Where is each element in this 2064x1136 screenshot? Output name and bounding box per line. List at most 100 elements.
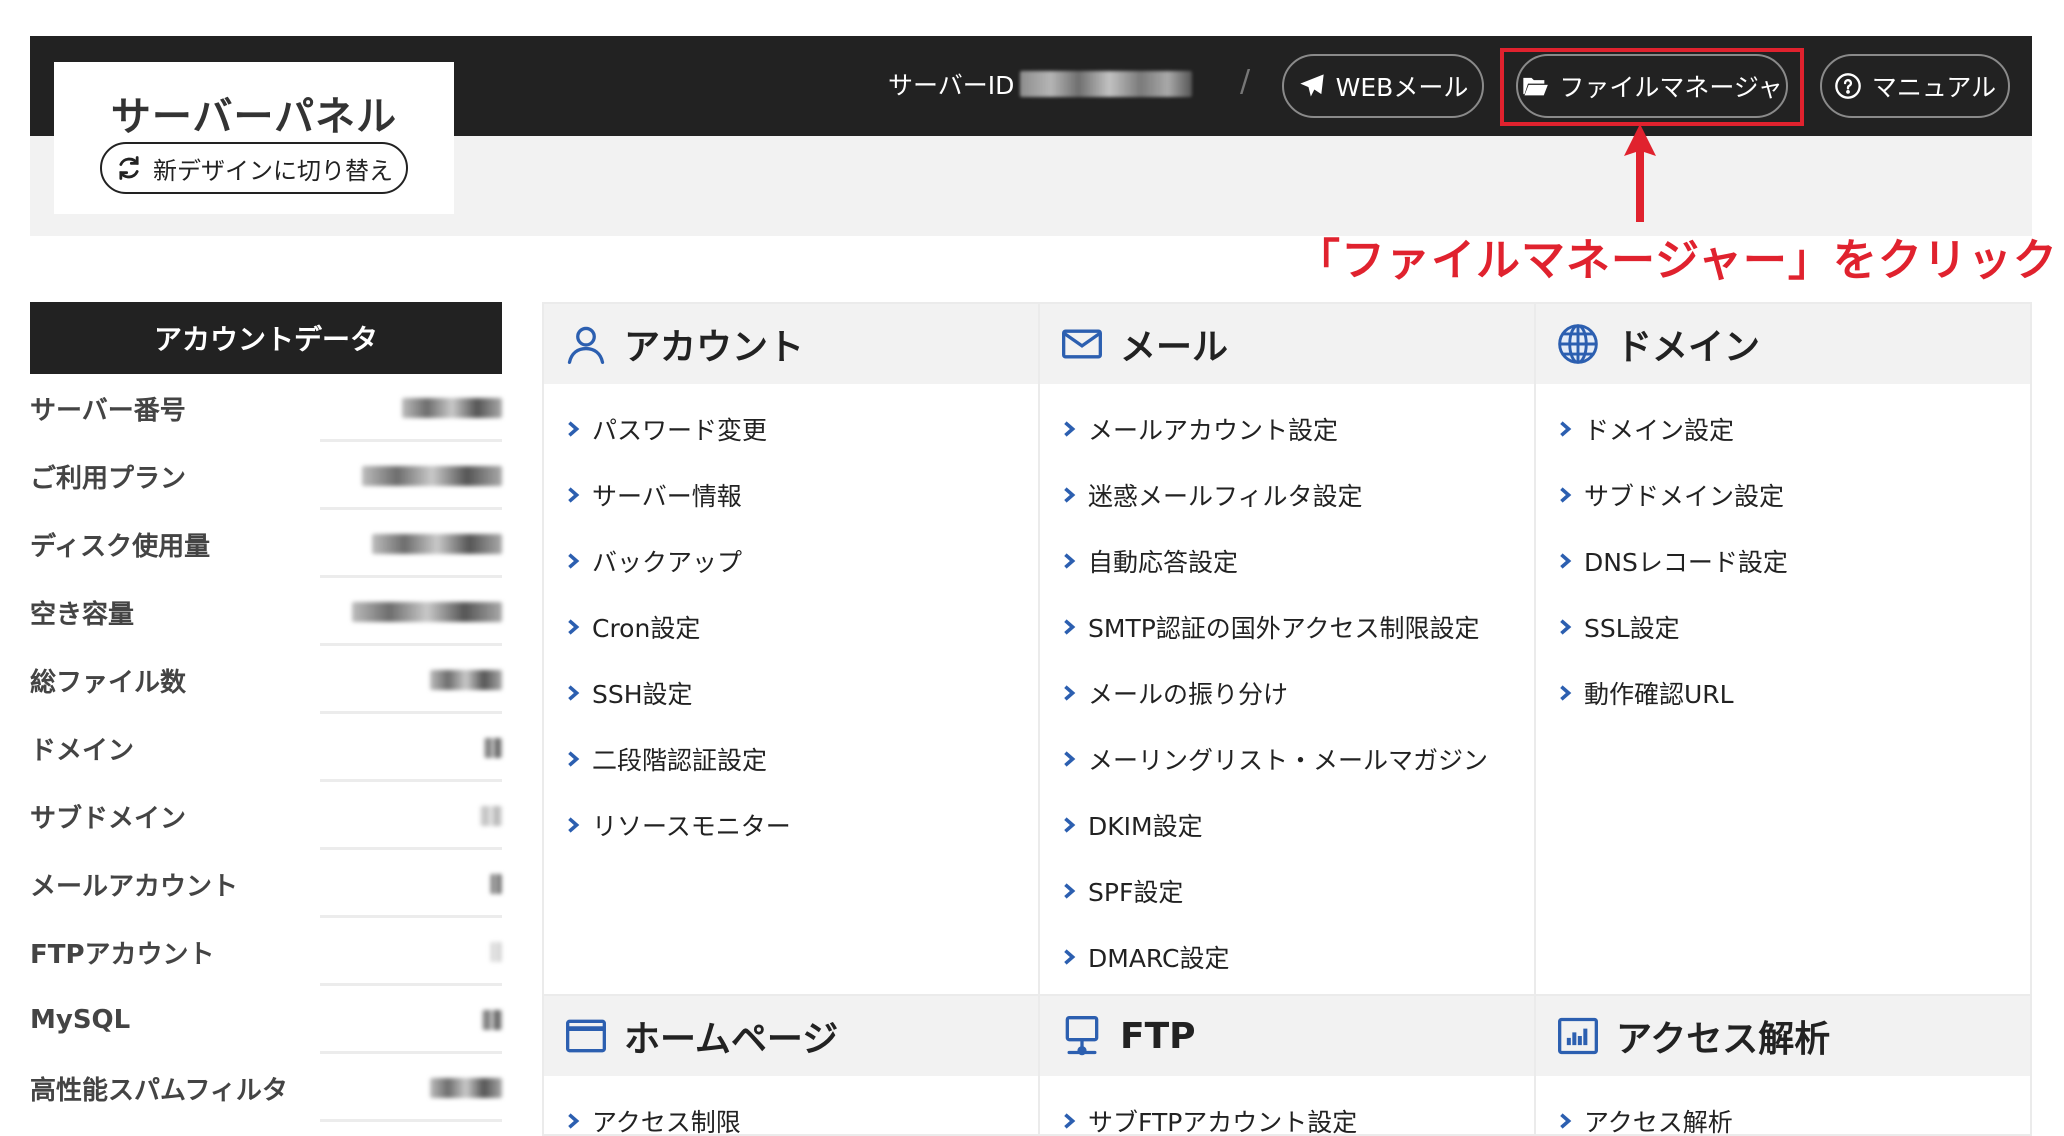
account-data-label: ディスク使用量 <box>30 531 211 562</box>
homepage-menu-list: アクセス制限 <box>564 1088 1024 1136</box>
server-id-value-redacted <box>1020 71 1193 97</box>
chevron-right-icon <box>1064 553 1076 569</box>
menu-item-sub-ftp-account[interactable]: サブFTPアカウント設定 <box>1060 1088 1520 1136</box>
account-data-row: FTPアカウント <box>30 918 502 986</box>
menu-item-mailing-list[interactable]: メーリングリスト・メールマガジン <box>1060 726 1520 792</box>
menu-item-label: サブFTPアカウント設定 <box>1088 1108 1358 1136</box>
menu-item-auto-reply[interactable]: 自動応答設定 <box>1060 528 1520 594</box>
menu-item-cron[interactable]: Cron設定 <box>564 594 1024 660</box>
envelope-icon <box>1062 329 1102 359</box>
menu-column-2: メール メールアカウント設定 迷惑メールフィルタ設定 自動応答設定 SMTP認証… <box>1038 302 1536 1136</box>
annotation-callout: 「ファイルマネージャー」をクリック <box>1296 235 2058 286</box>
chevron-right-icon <box>568 619 580 635</box>
section-header-domain: ドメイン <box>1536 304 2030 384</box>
account-data-value-redacted <box>490 874 502 894</box>
globe-icon <box>1558 324 1598 364</box>
menu-item-two-factor[interactable]: 二段階認証設定 <box>564 726 1024 792</box>
chevron-right-icon <box>1064 883 1076 899</box>
menu-item-mail-account[interactable]: メールアカウント設定 <box>1060 396 1520 462</box>
menu-item-dmarc[interactable]: DMARC設定 <box>1060 924 1520 990</box>
account-data-row: 高性能スパムフィルタ <box>30 1054 502 1122</box>
web-mail-button[interactable]: WEBメール <box>1282 54 1484 118</box>
account-data-row: ドメイン <box>30 714 502 782</box>
section-header-mail: メール <box>1040 304 1534 384</box>
chevron-right-icon <box>1064 949 1076 965</box>
menu-item-dns-record[interactable]: DNSレコード設定 <box>1556 528 2016 594</box>
file-manager-highlight-box <box>1500 48 1804 126</box>
account-data-row: サーバー番号 <box>30 374 502 442</box>
menu-item-dkim[interactable]: DKIM設定 <box>1060 792 1520 858</box>
account-data-label: ご利用プラン <box>30 463 187 494</box>
account-data-value-redacted <box>362 466 502 486</box>
chevron-right-icon <box>1064 751 1076 767</box>
menu-item-label: アクセス解析 <box>1584 1108 1733 1136</box>
chevron-right-icon <box>1064 487 1076 503</box>
menu-item-mail-sorting[interactable]: メールの振り分け <box>1060 660 1520 726</box>
account-data-value-redacted <box>480 806 502 826</box>
menu-item-subdomain-settings[interactable]: サブドメイン設定 <box>1556 462 2016 528</box>
menu-item-label: バックアップ <box>592 548 743 577</box>
menu-item-label: SSL設定 <box>1584 614 1680 643</box>
menu-item-label: DKIM設定 <box>1088 812 1203 841</box>
section-title-analytics: アクセス解析 <box>1616 1019 1831 1060</box>
annotation-arrow-icon <box>1624 124 1656 222</box>
menu-item-label: 自動応答設定 <box>1088 548 1239 577</box>
menu-item-server-info[interactable]: サーバー情報 <box>564 462 1024 528</box>
menu-item-label: パスワード変更 <box>592 416 768 445</box>
menu-item-access-analytics[interactable]: アクセス解析 <box>1556 1088 2016 1136</box>
menu-column-3: ドメイン ドメイン設定 サブドメイン設定 DNSレコード設定 SSL設定 動作確… <box>1534 302 2032 1136</box>
menu-item-label: 動作確認URL <box>1584 680 1734 709</box>
menu-item-smtp-restriction[interactable]: SMTP認証の国外アクセス制限設定 <box>1060 594 1520 660</box>
section-title-mail: メール <box>1120 327 1229 368</box>
menu-item-access-restriction[interactable]: アクセス制限 <box>564 1088 1024 1136</box>
manual-label: マニュアル <box>1871 73 1997 102</box>
chevron-right-icon <box>1560 553 1572 569</box>
menu-item-ssh[interactable]: SSH設定 <box>564 660 1024 726</box>
account-data-label: 空き容量 <box>30 599 135 630</box>
account-data-label: FTPアカウント <box>30 939 215 970</box>
menu-item-resource-monitor[interactable]: リソースモニター <box>564 792 1024 858</box>
account-data-value-redacted <box>430 1078 502 1098</box>
chevron-right-icon <box>1560 619 1572 635</box>
header-separator: / <box>1240 64 1251 99</box>
menu-item-test-url[interactable]: 動作確認URL <box>1556 660 2016 726</box>
account-data-title: アカウントデータ <box>30 302 502 374</box>
menu-item-spam-filter[interactable]: 迷惑メールフィルタ設定 <box>1060 462 1520 528</box>
account-data-label: サブドメイン <box>30 803 187 834</box>
account-data-row: メールアカウント <box>30 850 502 918</box>
menu-item-label: リソースモニター <box>592 812 791 841</box>
section-header-homepage: ホームページ <box>544 996 1038 1076</box>
chevron-right-icon <box>1560 685 1572 701</box>
menu-item-label: DMARC設定 <box>1088 944 1230 973</box>
section-title-ftp: FTP <box>1120 1015 1196 1057</box>
account-data-label: 総ファイル数 <box>30 667 187 698</box>
web-mail-label: WEBメール <box>1335 73 1469 102</box>
menu-item-label: SMTP認証の国外アクセス制限設定 <box>1088 614 1480 643</box>
domain-menu-list: ドメイン設定 サブドメイン設定 DNSレコード設定 SSL設定 動作確認URL <box>1556 396 2016 726</box>
manual-button[interactable]: マニュアル <box>1820 54 2010 118</box>
menu-item-domain-settings[interactable]: ドメイン設定 <box>1556 396 2016 462</box>
design-switch-button[interactable]: 新デザインに切り替え <box>100 142 408 194</box>
menu-column-1: アカウント パスワード変更 サーバー情報 バックアップ Cron設定 SSH設定… <box>542 302 1040 1136</box>
account-data-label: メールアカウント <box>30 871 239 902</box>
menu-item-backup[interactable]: バックアップ <box>564 528 1024 594</box>
account-data-row: MySQL <box>30 986 502 1054</box>
menu-item-password-change[interactable]: パスワード変更 <box>564 396 1024 462</box>
account-data-row: ディスク使用量 <box>30 510 502 578</box>
account-menu-list: パスワード変更 サーバー情報 バックアップ Cron設定 SSH設定 二段階認証… <box>564 396 1024 858</box>
chevron-right-icon <box>568 685 580 701</box>
account-data-value-redacted <box>482 1010 502 1030</box>
chevron-right-icon <box>568 1113 580 1129</box>
chevron-right-icon <box>1064 685 1076 701</box>
chevron-right-icon <box>1064 421 1076 437</box>
chevron-right-icon <box>568 421 580 437</box>
account-data-label: MySQL <box>30 1005 131 1035</box>
menu-item-ssl[interactable]: SSL設定 <box>1556 594 2016 660</box>
chevron-right-icon <box>568 553 580 569</box>
menu-item-label: 二段階認証設定 <box>592 746 768 775</box>
menu-item-spf[interactable]: SPF設定 <box>1060 858 1520 924</box>
analytics-menu-list: アクセス解析 <box>1556 1088 2016 1136</box>
section-header-ftp: FTP <box>1040 996 1534 1076</box>
section-header-account: アカウント <box>544 304 1038 384</box>
section-title-domain: ドメイン <box>1616 327 1761 368</box>
